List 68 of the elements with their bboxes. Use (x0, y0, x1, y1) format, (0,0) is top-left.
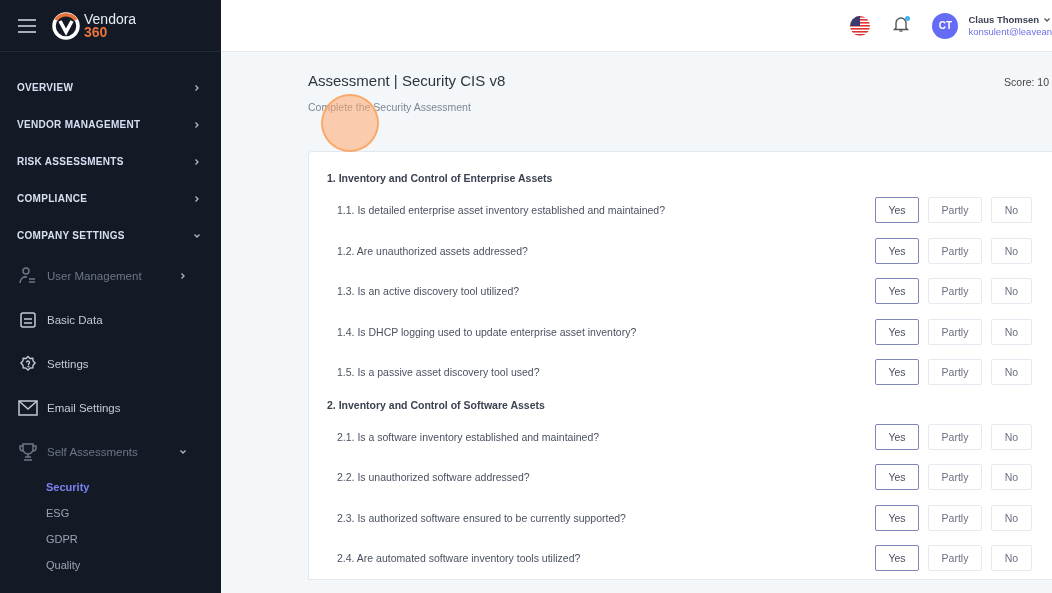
answer-button[interactable]: No (991, 318, 1032, 345)
answer-button[interactable]: No (991, 423, 1032, 450)
chevron-icon (1043, 15, 1052, 24)
question-text: 2.2. Is unauthorized software addressed? (337, 471, 530, 484)
nav-item[interactable]: Email Settings (0, 386, 221, 430)
answer-button[interactable]: Yes (875, 423, 919, 450)
nav-section[interactable]: COMPANY SETTINGS (0, 217, 221, 254)
mail-icon (18, 400, 38, 416)
question-text: 1.1. Is detailed enterprise asset inventory established and maintained? (337, 204, 666, 217)
answer-button[interactable]: Yes (875, 504, 919, 531)
user-icon (18, 266, 38, 286)
logo-icon (52, 11, 80, 40)
answer-button[interactable]: No (991, 197, 1032, 224)
answer-button[interactable]: Partly (928, 545, 982, 572)
answer-button[interactable]: No (991, 237, 1032, 264)
answer-button[interactable]: Partly (928, 359, 982, 386)
score: Score: 10 (1004, 76, 1049, 88)
question-text: 2.4. Are automated software inventory tools utilized? (337, 552, 581, 565)
avatar[interactable]: CT (932, 12, 959, 39)
answer-button[interactable]: Yes (875, 278, 919, 305)
section-title: 2. Inventory and Control of Software Assets (327, 397, 546, 413)
user-name[interactable]: Claus Thomsen (968, 13, 1040, 26)
nav-subitem[interactable]: ESG (0, 500, 221, 526)
flag-icon[interactable] (850, 15, 871, 36)
answer-button[interactable]: Partly (928, 423, 982, 450)
answer-button[interactable]: Yes (875, 359, 919, 386)
answer-button[interactable]: Yes (875, 197, 919, 224)
answer-button[interactable]: Yes (875, 318, 919, 345)
page-title: Assessment | Security CIS v8 (308, 72, 506, 89)
nav-item[interactable]: Self Assessments (0, 430, 221, 474)
nav-item[interactable]: User Management (0, 254, 221, 298)
answer-button[interactable]: Partly (928, 504, 982, 531)
question-text: 2.1. Is a software inventory established and maintained? (337, 430, 600, 443)
nav-section[interactable]: RISK ASSESSMENTS (0, 143, 221, 180)
question-text: 2.3. Is authorized software ensured to be currently supported? (337, 511, 626, 524)
answer-button[interactable]: Partly (928, 197, 982, 224)
card-icon (19, 311, 37, 329)
answer-button[interactable]: Partly (928, 318, 982, 345)
brand-name: Vendora (84, 12, 137, 26)
answer-button[interactable]: No (991, 359, 1032, 386)
trophy-icon (18, 442, 38, 462)
nav-item[interactable]: Basic Data (0, 298, 221, 342)
nav-subitem[interactable]: GDPR (0, 526, 221, 552)
answer-button[interactable]: No (991, 545, 1032, 572)
nav-section[interactable]: OVERVIEW (0, 69, 221, 106)
question-text: 1.5. Is a passive asset discovery tool used? (337, 366, 540, 379)
nav-item[interactable]: Settings (0, 342, 221, 386)
nav-subitem[interactable]: Quality (0, 552, 221, 578)
answer-button[interactable]: No (991, 464, 1032, 491)
answer-button[interactable]: No (991, 504, 1032, 531)
nav-section[interactable]: COMPLIANCE (0, 180, 221, 217)
user-email: konsulent@leavean (968, 25, 1052, 38)
answer-button[interactable]: Partly (928, 237, 982, 264)
question-text: 1.2. Are unauthorized assets addressed? (337, 244, 528, 257)
answer-button[interactable]: Yes (875, 237, 919, 264)
answer-button[interactable]: No (991, 278, 1032, 305)
answer-button[interactable]: Partly (928, 464, 982, 491)
question-text: 1.3. Is an active discovery tool utilized? (337, 285, 520, 298)
answer-button[interactable]: Yes (875, 464, 919, 491)
brand-suffix: 360 (84, 25, 108, 39)
answer-button[interactable]: Partly (928, 278, 982, 305)
menu-icon[interactable] (18, 18, 36, 33)
nav-section[interactable]: VENDOR MANAGEMENT (0, 106, 221, 143)
answer-button[interactable]: Yes (875, 545, 919, 572)
gear-icon (19, 355, 37, 373)
section-title: 1. Inventory and Control of Enterprise Assets (327, 171, 554, 186)
question-text: 1.4. Is DHCP logging used to update enterprise asset inventory? (337, 325, 637, 338)
nav-subitem[interactable]: Security (0, 474, 221, 500)
